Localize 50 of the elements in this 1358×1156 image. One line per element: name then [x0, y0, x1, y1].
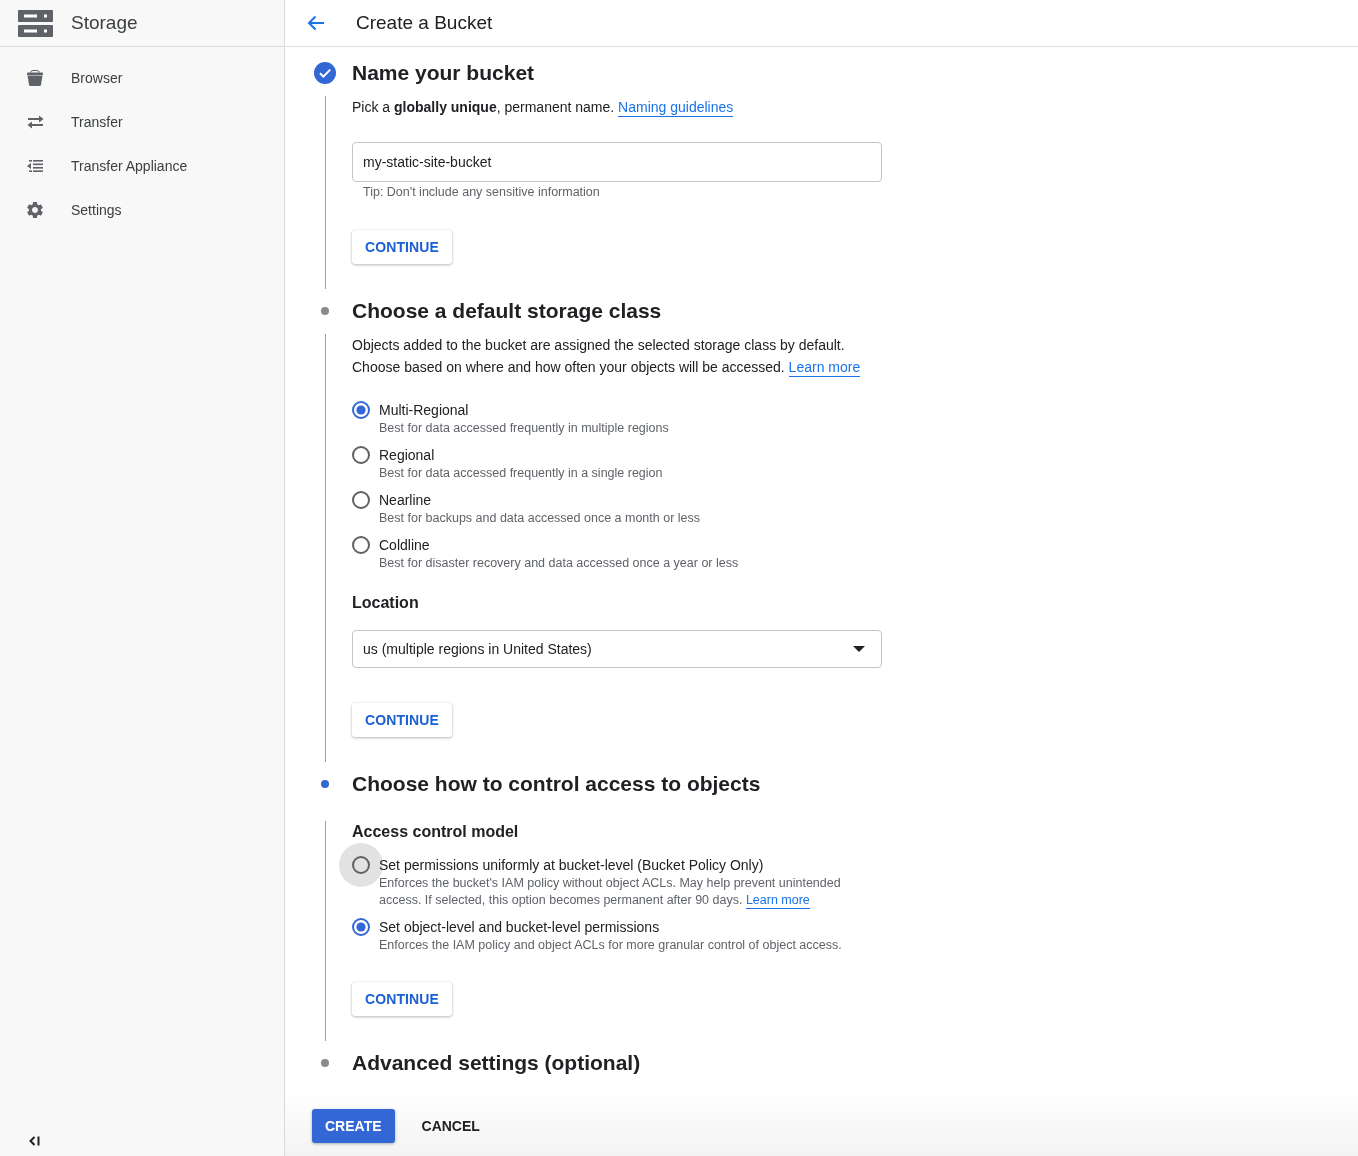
option-description: Best for data accessed frequently in a single region — [379, 465, 664, 482]
collapse-sidebar-icon[interactable] — [29, 1136, 40, 1146]
radio-button[interactable] — [352, 446, 370, 464]
step-description: Pick a globally unique, permanent name. Naming guidelines — [352, 98, 735, 118]
create-button[interactable]: CREATE — [312, 1109, 395, 1143]
option-label: Set permissions uniformly at bucket-level (Bucket Policy Only) — [379, 856, 765, 875]
help-link[interactable]: Learn more — [788, 359, 861, 377]
step-title: Choose how to control access to objects — [352, 771, 761, 797]
radio-button[interactable] — [352, 491, 370, 509]
option-label: Nearline — [379, 491, 433, 510]
radio-button[interactable] — [352, 536, 370, 554]
server-icon — [18, 9, 53, 37]
bucket-icon — [26, 70, 44, 86]
settings-icon — [27, 202, 43, 218]
option-description: Best for backups and data accessed once a month or less — [379, 510, 702, 527]
field-hint: Tip: Don't include any sensitive information — [363, 184, 601, 201]
option-description: Enforces the bucket's IAM policy without object ACLs. May help prevent unintended access. If selected, this option becomes permanent after 90 days. Learn more — [379, 875, 842, 909]
step-title: Advanced settings (optional) — [352, 1050, 641, 1076]
sidebar-item[interactable]: Settings — [0, 188, 284, 232]
step-title: Choose a default storage class — [352, 298, 662, 324]
swap-arrows-icon — [26, 115, 44, 129]
option-label: Coldline — [379, 536, 431, 555]
option-description: Best for disaster recovery and data accessed once a year or less — [379, 555, 740, 572]
radio-button[interactable] — [352, 918, 370, 936]
option-label: Set object-level and bucket-level permissions — [379, 918, 661, 937]
option-label: Regional — [379, 446, 436, 465]
continue-button[interactable]: CONTINUE — [352, 982, 452, 1016]
section-label: Location — [352, 593, 420, 613]
continue-button[interactable]: CONTINUE — [352, 230, 452, 264]
product-title: Storage — [71, 10, 138, 35]
section-label: Access control model — [352, 822, 520, 842]
radio-button[interactable] — [352, 401, 370, 419]
step-description: Objects added to the bucket are assigned the selected storage class by default. Choose based on where and how often your objects will be accessed. Learn more — [352, 336, 862, 378]
sidebar-item[interactable]: Transfer — [0, 100, 284, 144]
page-title: Create a Bucket — [356, 10, 493, 35]
help-link[interactable]: Naming guidelines — [618, 99, 734, 117]
step-title: Name your bucket — [352, 60, 535, 86]
option-description: Best for data accessed frequently in multiple regions — [379, 420, 670, 437]
list-icon — [27, 160, 43, 172]
back-arrow-icon[interactable] — [307, 15, 325, 31]
sidebar-item[interactable]: Browser — [0, 56, 284, 100]
option-description: Enforces the IAM policy and object ACLs for more granular control of object access. — [379, 937, 843, 954]
option-label: Multi-Regional — [379, 401, 470, 420]
cancel-button[interactable]: CANCEL — [413, 1109, 488, 1143]
sidebar-item[interactable]: Transfer Appliance — [0, 144, 284, 188]
help-link[interactable]: Learn more — [745, 893, 810, 909]
caret-icon — [853, 646, 865, 652]
name-input-field[interactable]: my-static-site-bucket — [352, 142, 882, 182]
location-select[interactable]: us (multiple regions in United States) — [352, 630, 882, 668]
continue-button[interactable]: CONTINUE — [352, 703, 452, 737]
